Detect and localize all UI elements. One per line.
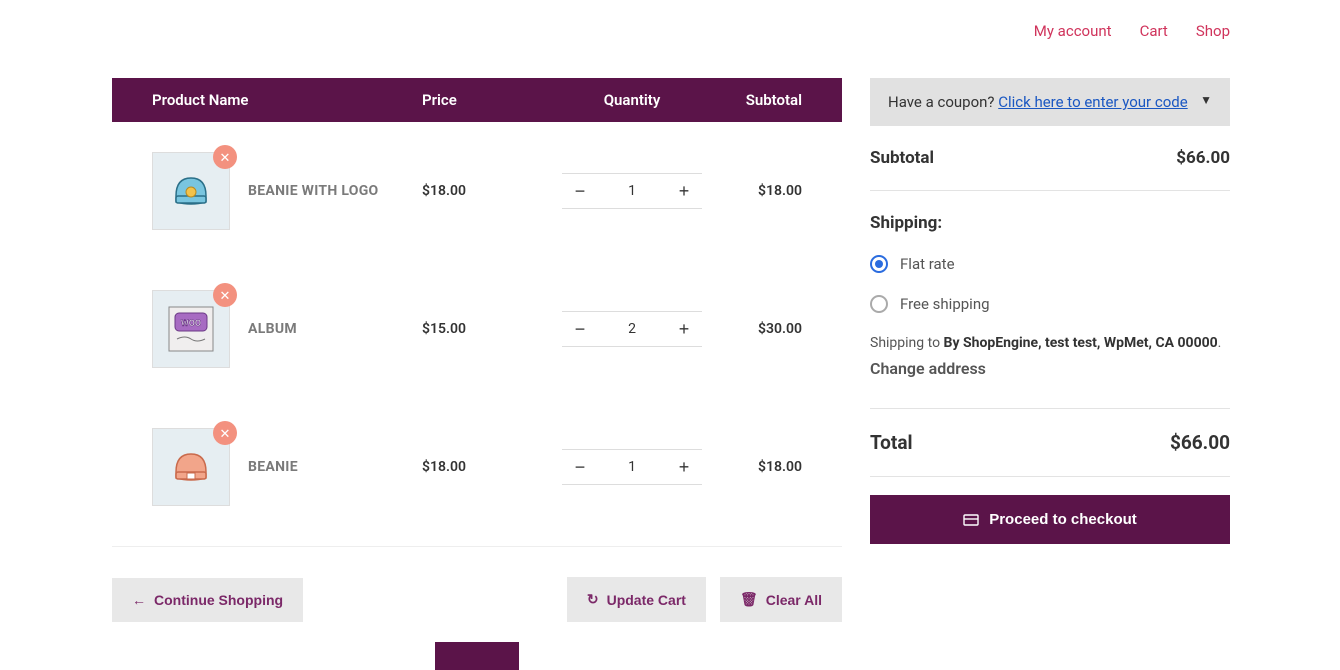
shipping-heading: Shipping: (870, 213, 1230, 233)
beanie-icon (166, 442, 216, 492)
update-cart-button[interactable]: ↻ Update Cart (567, 577, 706, 622)
change-address-link[interactable]: Change address (870, 359, 1230, 378)
product-name[interactable]: BEANIE WITH LOGO (248, 183, 379, 199)
quantity-stepper: − 1 + (562, 173, 702, 209)
shipping-to-address: By ShopEngine, test test, WpMet, CA 0000… (944, 335, 1218, 351)
header-price: Price (422, 91, 552, 109)
coupon-toggle[interactable]: Have a coupon? Click here to enter your … (870, 78, 1230, 126)
qty-value: 2 (598, 321, 666, 337)
clear-all-label: Clear All (766, 592, 822, 608)
close-icon: ✕ (220, 289, 231, 302)
cart-table: Product Name Price Quantity Subtotal ✕ (112, 78, 842, 670)
shipping-option-flat-rate[interactable]: Flat rate (870, 255, 1230, 273)
nav-my-account[interactable]: My account (1034, 22, 1112, 40)
shipping-destination: Shipping to By ShopEngine, test test, Wp… (870, 335, 1230, 351)
remove-item-button[interactable]: ✕ (213, 421, 237, 445)
order-summary: Have a coupon? Click here to enter your … (870, 78, 1230, 670)
header-product-name: Product Name (112, 91, 422, 109)
header-subtotal: Subtotal (712, 91, 822, 109)
coupon-link[interactable]: Click here to enter your code (998, 93, 1187, 111)
beanie-logo-icon (166, 166, 216, 216)
qty-value: 1 (598, 459, 666, 475)
product-name[interactable]: ALBUM (248, 321, 297, 337)
shipping-option-label: Flat rate (900, 255, 955, 273)
cart-row: ✕ BEANIE WITH LOGO $18.00 − 1 (112, 122, 842, 260)
cart-actions: ← Continue Shopping ↻ Update Cart 🗑 Clea… (112, 577, 842, 622)
svg-text:WOO: WOO (181, 319, 201, 329)
product-thumbnail[interactable]: ✕ (152, 152, 230, 230)
line-subtotal: $18.00 (712, 183, 822, 199)
product-thumbnail[interactable]: ✕ WOO (152, 290, 230, 368)
cart-header-row: Product Name Price Quantity Subtotal (112, 78, 842, 122)
shipping-section: Shipping: Flat rate Free shipping Shippi… (870, 191, 1230, 409)
product-price: $15.00 (422, 321, 552, 337)
proceed-to-checkout-button[interactable]: Proceed to checkout (870, 495, 1230, 544)
subtotal-label: Subtotal (870, 148, 934, 168)
refresh-icon: ↻ (587, 591, 599, 608)
qty-increase-button[interactable]: + (666, 174, 702, 208)
update-cart-label: Update Cart (607, 592, 686, 608)
nav-shop[interactable]: Shop (1196, 22, 1230, 40)
clear-all-button[interactable]: 🗑 Clear All (720, 577, 842, 622)
product-name[interactable]: BEANIE (248, 459, 298, 475)
cart-row: ✕ WOO ALBUM $15.00 − (112, 260, 842, 398)
trash-icon: 🗑 (740, 591, 758, 608)
qty-increase-button[interactable]: + (666, 312, 702, 346)
coupon-prompt: Have a coupon? (888, 93, 998, 111)
nav-cart[interactable]: Cart (1140, 22, 1168, 40)
line-subtotal: $18.00 (712, 459, 822, 475)
quantity-stepper: − 2 + (562, 311, 702, 347)
chevron-down-icon: ▼ (1200, 93, 1212, 107)
total-row: Total $66.00 (870, 409, 1230, 477)
radio-checked-icon (870, 255, 888, 273)
qty-decrease-button[interactable]: − (562, 450, 598, 484)
close-icon: ✕ (220, 151, 231, 164)
cart-row: ✕ BEANIE $18.00 − 1 + (112, 398, 842, 536)
quantity-stepper: − 1 + (562, 449, 702, 485)
total-label: Total (870, 431, 913, 454)
radio-unchecked-icon (870, 295, 888, 313)
subtotal-row: Subtotal $66.00 (870, 126, 1230, 191)
continue-shopping-label: Continue Shopping (154, 592, 283, 608)
header-quantity: Quantity (552, 91, 712, 109)
qty-decrease-button[interactable]: − (562, 312, 598, 346)
shipping-option-free-shipping[interactable]: Free shipping (870, 295, 1230, 313)
remove-item-button[interactable]: ✕ (213, 145, 237, 169)
qty-decrease-button[interactable]: − (562, 174, 598, 208)
product-thumbnail[interactable]: ✕ (152, 428, 230, 506)
subtotal-value: $66.00 (1176, 148, 1230, 168)
album-icon: WOO (163, 301, 219, 357)
shipping-option-label: Free shipping (900, 295, 990, 313)
continue-shopping-button[interactable]: ← Continue Shopping (112, 578, 303, 622)
total-value: $66.00 (1170, 431, 1230, 454)
close-icon: ✕ (220, 427, 231, 440)
top-nav: My account Cart Shop (1034, 22, 1230, 40)
remove-item-button[interactable]: ✕ (213, 283, 237, 307)
checkout-label: Proceed to checkout (989, 511, 1137, 528)
line-subtotal: $30.00 (712, 321, 822, 337)
product-price: $18.00 (422, 183, 552, 199)
qty-value: 1 (598, 183, 666, 199)
qty-increase-button[interactable]: + (666, 450, 702, 484)
product-price: $18.00 (422, 459, 552, 475)
arrow-left-icon: ← (132, 592, 146, 608)
shipping-to-prefix: Shipping to (870, 335, 944, 351)
secondary-action-button[interactable] (435, 642, 519, 670)
card-icon (963, 512, 979, 528)
